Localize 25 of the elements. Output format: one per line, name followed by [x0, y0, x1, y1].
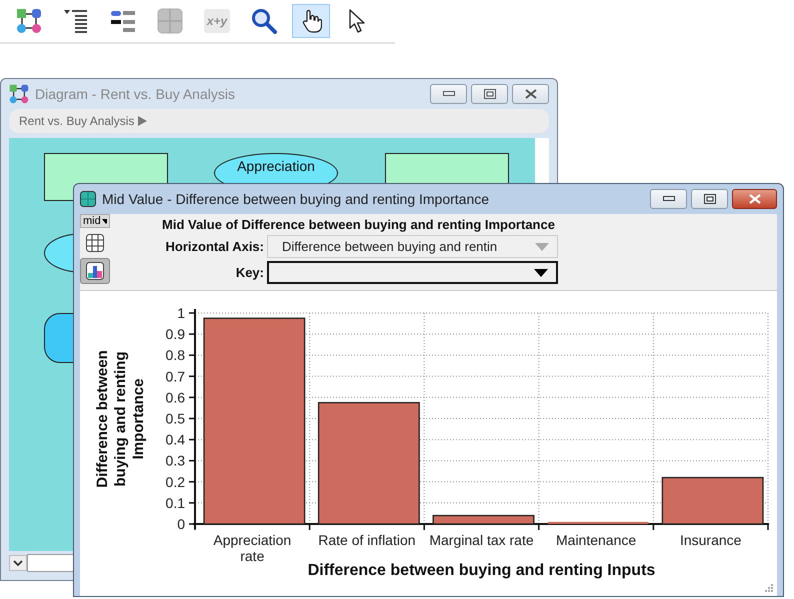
y-tick-label: 0.3 — [166, 452, 185, 469]
x-tick-label: Rate of inflation — [318, 532, 416, 548]
y-tick-label: 0.9 — [166, 326, 185, 342]
result-heading: Mid Value of Difference between buying and renting Importance — [162, 217, 556, 232]
y-tick-label: 1 — [177, 305, 185, 321]
x-tick-label: Maintenance — [556, 532, 636, 548]
window-title: Diagram - Rent vs. Buy Analysis — [35, 86, 235, 102]
y-tick-label: 0.1 — [166, 494, 185, 511]
view-dropdown[interactable]: mid — [80, 214, 110, 228]
key-label: Key: — [234, 265, 264, 280]
x-tick-label: Insurance — [680, 532, 742, 548]
y-tick-label: 0.5 — [166, 410, 185, 426]
y-axis-title: Difference between buying and renting Importance — [94, 350, 147, 488]
y-tick-label: 0.4 — [166, 432, 185, 448]
x-tick-label: Marginal tax rate — [429, 532, 534, 548]
window-title: Mid Value - Difference between buying and renting Importance — [102, 191, 490, 207]
y-tick-label: 0.7 — [166, 368, 185, 384]
x-axis-title: Difference between buying and renting Inputs — [308, 562, 656, 579]
y-tick-label: 0.6 — [166, 389, 185, 406]
y-tick-label: 0.8 — [166, 347, 185, 364]
breadcrumb-link[interactable]: Rent vs. Buy Analysis — [19, 114, 134, 128]
y-tick-label: 0.2 — [166, 474, 185, 490]
y-tick-label: 0 — [177, 516, 185, 532]
x-tick-label: Appreciation rate — [213, 532, 292, 564]
horizontal-axis-label: Horizontal Axis: — [164, 239, 264, 254]
